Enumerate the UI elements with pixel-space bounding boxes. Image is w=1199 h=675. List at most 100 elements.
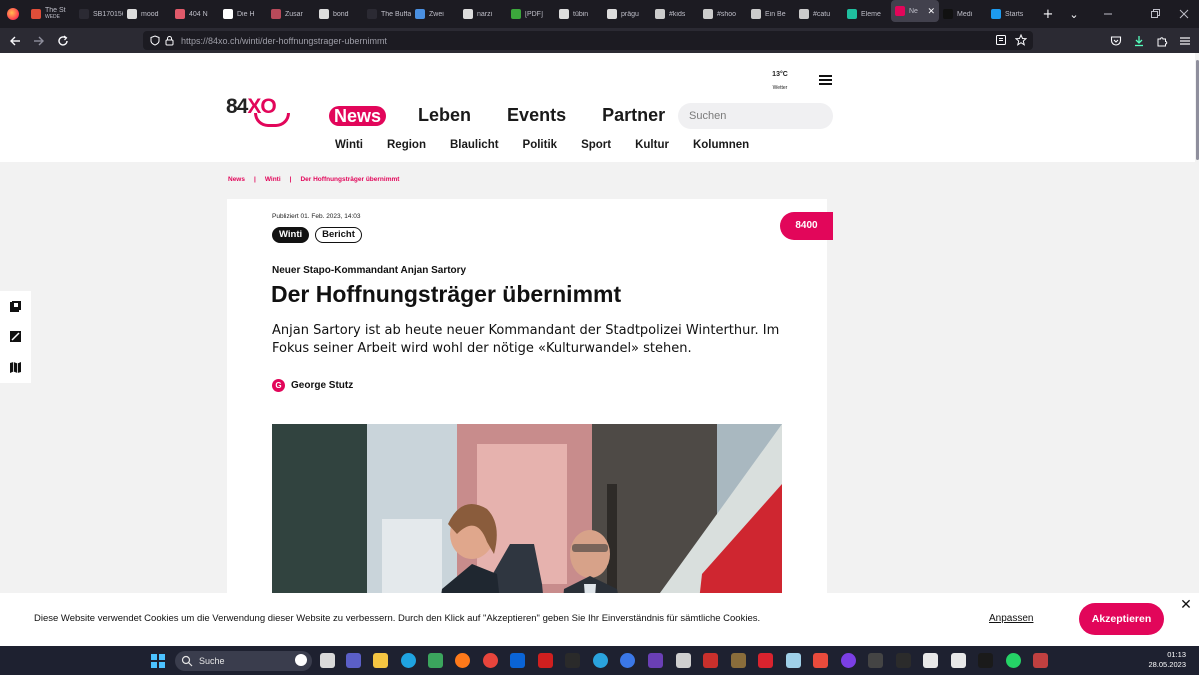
browser-tab[interactable]: SB170156 [75, 0, 123, 28]
browser-tab[interactable]: The St WEDE [27, 0, 75, 28]
whatsapp-icon[interactable] [1006, 653, 1021, 668]
browser-tab[interactable]: mood [123, 0, 171, 28]
author-byline[interactable]: G George Stutz [272, 379, 353, 392]
lock-icon[interactable] [163, 35, 175, 47]
tag-bericht[interactable]: Bericht [315, 227, 362, 243]
browser-tab[interactable]: #kids [651, 0, 699, 28]
app-icon[interactable] [868, 653, 883, 668]
breadcrumb-winti[interactable]: Winti [265, 176, 281, 183]
search-input[interactable]: Suchen [678, 103, 833, 129]
subnav-blaulicht[interactable]: Blaulicht [450, 139, 499, 151]
file-explorer-icon[interactable] [373, 653, 388, 668]
task-view-icon[interactable] [320, 653, 335, 668]
page-scrollbar[interactable] [1195, 53, 1199, 646]
nav-leben[interactable]: Leben [418, 105, 471, 126]
chrome-icon[interactable] [483, 653, 498, 668]
telegram-icon[interactable] [593, 653, 608, 668]
tab-list-dropdown-button[interactable]: ⌄ [1061, 8, 1087, 21]
terminal-icon[interactable] [896, 653, 911, 668]
close-window-button[interactable] [1169, 0, 1199, 28]
subnav-kultur[interactable]: Kultur [635, 139, 669, 151]
firefox-logo-icon[interactable] [7, 8, 19, 20]
pocket-button[interactable] [1105, 28, 1127, 53]
app-icon[interactable] [1033, 653, 1048, 668]
shield-icon[interactable] [149, 35, 161, 47]
subnav-region[interactable]: Region [387, 139, 426, 151]
app-icon[interactable] [648, 653, 663, 668]
subnav-sport[interactable]: Sport [581, 139, 611, 151]
bing-chat-icon[interactable] [295, 654, 307, 666]
browser-tab[interactable]: #shoo [699, 0, 747, 28]
library-icon[interactable] [731, 653, 746, 668]
firefox-taskbar-icon[interactable] [455, 653, 470, 668]
app-icon[interactable] [786, 653, 801, 668]
site-menu-icon[interactable] [819, 75, 832, 85]
subnav-politik[interactable]: Politik [523, 139, 558, 151]
edit-note-icon[interactable] [9, 330, 23, 344]
url-bar[interactable]: https://84xo.ch/winti/der-hoffnungstrage… [143, 31, 1033, 50]
restore-button[interactable] [1140, 0, 1170, 28]
downloads-button[interactable] [1128, 28, 1150, 53]
minimize-button[interactable] [1093, 0, 1123, 28]
app-icon[interactable] [978, 653, 993, 668]
cookie-close-icon[interactable]: ✕ [1179, 598, 1193, 612]
extensions-button[interactable] [1151, 28, 1173, 53]
browser-tab[interactable]: bond [315, 0, 363, 28]
teams-chat-icon[interactable] [346, 653, 361, 668]
linux-icon[interactable] [951, 653, 966, 668]
back-button[interactable] [4, 30, 26, 52]
podcast-icon[interactable] [841, 653, 856, 668]
map-icon[interactable] [9, 361, 23, 375]
browser-tab[interactable]: Die H [219, 0, 267, 28]
windows-start-icon[interactable] [151, 654, 165, 668]
taskbar-search[interactable]: Suche [175, 651, 312, 671]
cookie-adjust-link[interactable]: Anpassen [989, 613, 1033, 624]
microsoft-store-icon[interactable] [428, 653, 443, 668]
nav-events[interactable]: Events [507, 105, 566, 126]
app-icon[interactable] [758, 653, 773, 668]
subnav-winti[interactable]: Winti [335, 139, 363, 151]
reader-view-icon[interactable] [995, 34, 1007, 46]
forward-button[interactable] [28, 30, 50, 52]
cookie-accept-button[interactable]: Akzeptieren [1079, 603, 1164, 635]
browser-tab-active[interactable]: Ne ✕ [891, 0, 939, 22]
red-app-icon[interactable] [538, 653, 553, 668]
browser-tab[interactable]: Zusar [267, 0, 315, 28]
mail-icon[interactable] [510, 653, 525, 668]
nav-news[interactable]: News [329, 105, 387, 126]
browser-tab[interactable]: Eleme [843, 0, 891, 28]
app-icon[interactable] [565, 653, 580, 668]
bookmark-flag-icon[interactable] [9, 299, 23, 313]
app-icon[interactable] [703, 653, 718, 668]
browser-tab[interactable]: Starts [987, 0, 1035, 28]
app-icon[interactable] [813, 653, 828, 668]
browser-tab[interactable]: prägu [603, 0, 651, 28]
edge-browser-icon[interactable] [401, 653, 416, 668]
browser-tab[interactable]: Ein Be [747, 0, 795, 28]
browser-tab[interactable]: Medi [939, 0, 987, 28]
weather-widget[interactable]: 13°C Wetter [764, 71, 796, 91]
browser-tab[interactable]: [PDF] [507, 0, 555, 28]
signal-icon[interactable] [620, 653, 635, 668]
close-tab-icon[interactable]: ✕ [927, 6, 935, 17]
browser-tab[interactable]: narzi [459, 0, 507, 28]
new-tab-button[interactable]: + [1035, 7, 1061, 22]
browser-tab[interactable]: 404 N [171, 0, 219, 28]
browser-tab[interactable]: #catu [795, 0, 843, 28]
linux-icon[interactable] [923, 653, 938, 668]
nav-partner[interactable]: Partner [602, 105, 665, 126]
breadcrumb-news[interactable]: News [228, 176, 245, 183]
tag-winti[interactable]: Winti [272, 227, 310, 243]
browser-tab[interactable]: The Buffal [363, 0, 411, 28]
site-logo[interactable]: 84XO [226, 95, 292, 129]
browser-tab[interactable]: tübin [555, 0, 603, 28]
app-icon[interactable] [676, 653, 691, 668]
zip-code-badge[interactable]: 8400 [780, 212, 833, 240]
bookmark-star-icon[interactable] [1015, 34, 1027, 46]
url-text[interactable]: https://84xo.ch/winti/der-hoffnungstrage… [181, 36, 387, 46]
reload-button[interactable] [52, 30, 74, 52]
subnav-kolumnen[interactable]: Kolumnen [693, 139, 749, 151]
browser-tab[interactable]: Zwei [411, 0, 459, 28]
app-menu-button[interactable] [1174, 28, 1196, 53]
system-clock[interactable]: 01:13 28.05.2023 [1140, 650, 1186, 670]
